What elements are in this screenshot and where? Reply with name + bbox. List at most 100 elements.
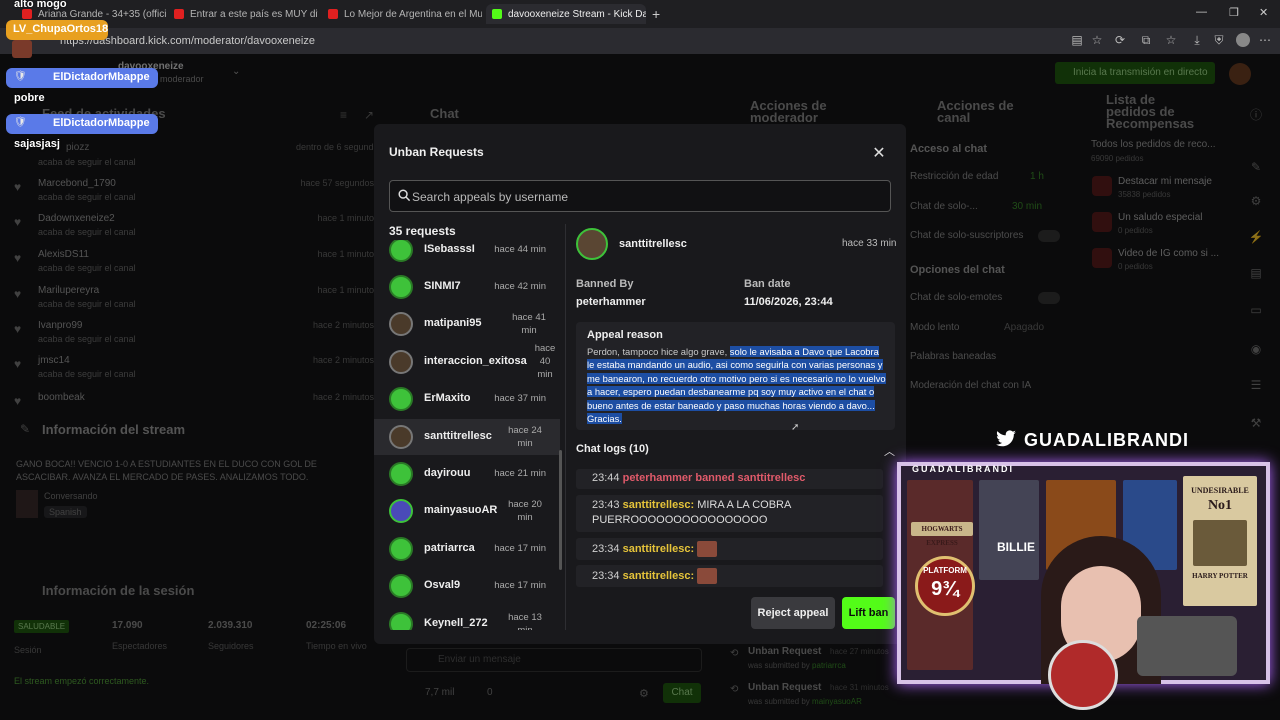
request-time: hace 42 min <box>494 281 546 292</box>
tab-label: Lo Mejor de Argentina en el Mun <box>344 8 482 20</box>
request-item[interactable]: mainyasuoAR hace 20 min <box>374 493 560 529</box>
ban-date-value: 11/06/2026, 23:44 <box>744 296 833 308</box>
avatar-badge <box>1048 640 1118 710</box>
avatar <box>389 387 413 411</box>
log-time: 23:34 <box>592 569 620 582</box>
ban-date-label: Ban date <box>744 278 791 290</box>
request-username: santtitrellesc <box>424 430 492 442</box>
divider <box>565 224 566 630</box>
overlay-username: LV_ChupaOrtos18 <box>13 23 109 35</box>
refresh-icon[interactable]: ⟳ <box>1113 33 1127 47</box>
request-item[interactable]: interaccion_exitosa hace 40 min <box>374 343 560 380</box>
request-item[interactable]: ISebasssI hace 44 min <box>374 240 560 268</box>
request-item[interactable]: ErMaxito hace 37 min <box>374 381 560 417</box>
avatar <box>576 228 608 260</box>
chat-log-row: 23:34 santtitrellesc: <box>576 538 883 560</box>
request-time: hace 13 min <box>508 612 542 630</box>
new-tab-icon[interactable]: + <box>652 6 660 22</box>
log-user: santtitrellesc: <box>622 542 695 555</box>
log-time: 23:43 <box>592 499 620 511</box>
request-item[interactable]: matipani95 hace 41 min <box>374 306 560 342</box>
reject-appeal-button[interactable]: Reject appeal <box>751 597 835 629</box>
request-time: hace 24 min <box>508 425 542 449</box>
log-user: santtitrellesc: <box>622 499 695 511</box>
poster <box>979 480 1039 580</box>
request-list-scrollbar[interactable] <box>559 450 562 570</box>
avatar <box>389 574 413 598</box>
request-time: hace 37 min <box>494 393 546 404</box>
emote-image <box>697 568 718 584</box>
log-time: 23:44 <box>592 472 620 484</box>
appeal-time: hace 33 min <box>842 238 897 249</box>
chat-log-row: 23:44 peterhammer banned santtitrellesc <box>576 469 883 489</box>
overlay-avatar <box>12 40 32 58</box>
banned-by-value: peterhammer <box>576 296 646 308</box>
kick-icon <box>492 9 502 19</box>
close-icon[interactable]: ✕ <box>871 143 887 163</box>
chevron-up-icon[interactable]: ︿ <box>884 443 895 459</box>
browser-tab-active[interactable]: davooxeneize Stream - Kick Dashb ✕ <box>486 4 646 24</box>
request-item-selected[interactable]: santtitrellesc hace 24 min <box>374 419 560 455</box>
lift-ban-button[interactable]: Lift ban <box>842 597 895 629</box>
request-username: patriarrca <box>424 542 475 554</box>
request-username: interaccion_exitosa <box>424 355 527 367</box>
overlay-message: pobre <box>14 92 45 104</box>
appeal-text-selected: solo le avisaba a Davo que Lacobra le es… <box>587 346 886 425</box>
avatar <box>389 462 413 486</box>
appeal-text: Perdon, tampoco hice algo grave, <box>587 346 730 357</box>
request-item[interactable]: patriarrca hace 17 min <box>374 531 560 567</box>
youtube-icon <box>174 9 184 19</box>
billie-label: BILLIE <box>997 540 1035 554</box>
browser-tab[interactable]: Entrar a este país es MUY difícil y ✕ <box>168 4 318 24</box>
harry-potter-label: HARRY POTTER <box>1192 572 1248 580</box>
request-username: Keynell_272 <box>424 617 488 629</box>
tab-label: davooxeneize Stream - Kick Dashb <box>508 8 646 20</box>
tab-label: Ariana Grande - 34+35 (offici <box>38 8 166 20</box>
request-time: hace 44 min <box>494 244 546 255</box>
favorites-icon[interactable]: ☆ <box>1164 33 1178 47</box>
chat-log-row: 23:43 santtitrellesc: MIRA A LA COBRA PU… <box>576 495 883 532</box>
request-username: dayirouu <box>424 467 471 479</box>
number-one-label: No1 <box>1207 498 1233 513</box>
request-item[interactable]: Osval9 hace 17 min <box>374 568 560 604</box>
avatar <box>389 425 413 449</box>
twitter-icon <box>996 430 1016 447</box>
appeal-username: santtitrellesc <box>619 238 687 250</box>
profile-icon[interactable] <box>1236 33 1250 47</box>
appeal-reason-label: Appeal reason <box>587 329 663 341</box>
request-username: ISebasssI <box>424 243 475 255</box>
chat-log-row: 23:34 santtitrellesc: <box>576 565 883 587</box>
request-time: hace 21 min <box>494 468 546 479</box>
request-item[interactable]: Keynell_272 hace 13 min <box>374 606 560 630</box>
reader-icon[interactable]: ▤ <box>1070 33 1084 47</box>
avatar <box>389 537 413 561</box>
request-username: mainyasuoAR <box>424 504 498 516</box>
portrait <box>1193 520 1247 566</box>
minimize-icon[interactable]: — <box>1196 6 1207 18</box>
avatar <box>389 350 413 374</box>
close-window-icon[interactable]: ✕ <box>1259 6 1268 19</box>
appeal-reason-text: Perdon, tampoco hice algo grave, solo le… <box>587 345 887 425</box>
youtube-icon <box>328 9 338 19</box>
search-input[interactable] <box>412 187 872 207</box>
request-time: hace 41 min <box>512 312 546 336</box>
request-item[interactable]: SINMI7 hace 42 min <box>374 269 560 305</box>
search-box[interactable] <box>389 180 891 212</box>
cursor-icon: ➚ <box>791 422 800 433</box>
avatar <box>389 499 413 523</box>
browser-tab[interactable]: Lo Mejor de Argentina en el Mun ✕ <box>322 4 482 24</box>
request-username: matipani95 <box>424 317 482 329</box>
banned-by-label: Banned By <box>576 278 634 290</box>
menu-icon[interactable]: ⋯ <box>1258 33 1272 47</box>
overlay-message: sajasjasj <box>14 138 60 150</box>
microphone <box>1137 616 1237 676</box>
request-username: ErMaxito <box>424 392 471 404</box>
request-count: 35 requests <box>389 224 456 238</box>
star-icon[interactable]: ☆ <box>1090 33 1104 47</box>
maximize-icon[interactable]: ❐ <box>1229 6 1239 19</box>
download-icon[interactable]: ⤓ <box>1190 33 1204 47</box>
extensions-icon[interactable]: ⧉ <box>1139 33 1153 47</box>
shield-icon[interactable]: ⛨ <box>1212 33 1226 47</box>
request-item[interactable]: dayirouu hace 21 min <box>374 456 560 492</box>
badge-icon: 🛡 <box>14 117 27 128</box>
